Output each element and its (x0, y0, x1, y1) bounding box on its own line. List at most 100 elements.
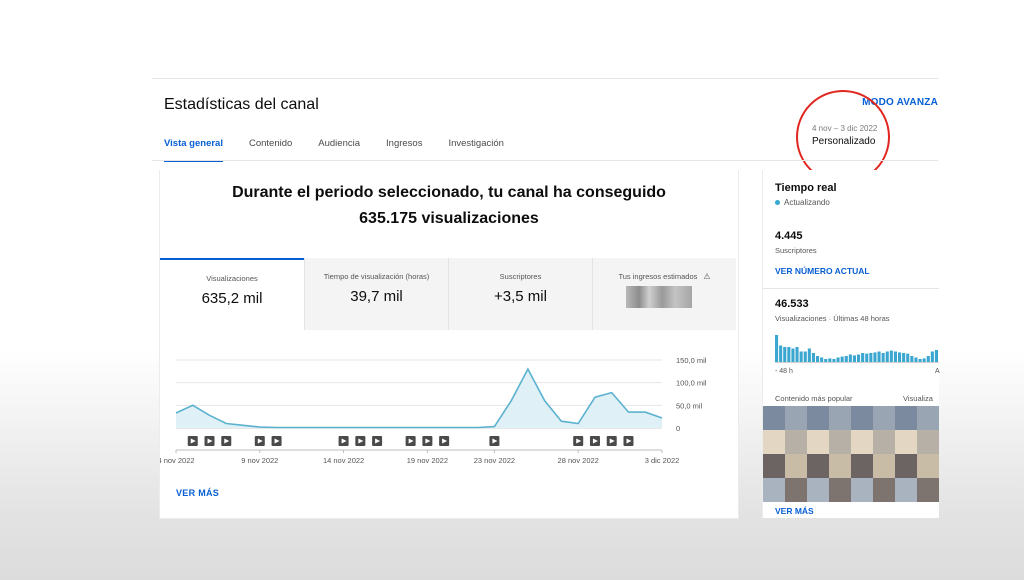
realtime-see-more-button[interactable]: VER MÁS (775, 506, 814, 516)
thumbnail-pixel (917, 454, 939, 478)
realtime-bar (918, 359, 922, 362)
thumbnail-pixel (829, 478, 851, 502)
x-tick-label: 9 nov 2022 (241, 456, 278, 465)
metric-value: 635,2 mil (201, 290, 263, 307)
thumbnail-pixel (873, 454, 895, 478)
thumbnail-pixel (873, 478, 895, 502)
metric-label: Tus ingresos estimados ⚠ (593, 272, 736, 281)
x-tick-label: 14 nov 2022 (323, 456, 364, 465)
views-chart: 0 50,0 mil 100,0 mil 150,0 mil 4 nov 2022 9 n… (157, 350, 738, 480)
tab-ingresos[interactable]: Ingresos (386, 138, 422, 162)
live-dot-icon (775, 200, 780, 206)
realtime-bar (799, 351, 803, 362)
thumbnail-pixel (807, 454, 829, 478)
realtime-bar (836, 357, 840, 362)
metric-value: +3,5 mil (494, 288, 547, 305)
realtime-bar (844, 356, 848, 362)
blurred-thumbnails[interactable] (763, 406, 939, 502)
realtime-bar (926, 356, 930, 362)
warning-icon: ⚠ (703, 272, 711, 281)
realtime-bar (898, 352, 902, 362)
see-more-button[interactable]: VER MÁS (176, 488, 219, 498)
realtime-bar (848, 354, 852, 362)
y-tick-label: 100,0 mil (676, 379, 707, 388)
thumbnail-pixel (785, 454, 807, 478)
views-chart-svg: 0 50,0 mil 100,0 mil 150,0 mil 4 nov 2022 9 n… (157, 356, 707, 465)
thumbnail-pixel (895, 430, 917, 454)
top-divider (152, 78, 938, 79)
metric-views[interactable]: Visualizaciones 635,2 mil (160, 258, 304, 330)
realtime-bar (820, 357, 824, 362)
thumbnail-pixel (895, 478, 917, 502)
tab-contenido[interactable]: Contenido (249, 138, 292, 162)
realtime-bar (889, 350, 893, 362)
realtime-bar (832, 359, 836, 362)
realtime-bar (861, 353, 865, 362)
realtime-bar (934, 350, 938, 362)
realtime-status: Actualizando (775, 198, 830, 207)
realtime-bar (914, 357, 918, 362)
realtime-bar (787, 347, 791, 362)
thumbnail-pixel (829, 406, 851, 430)
tab-investigacion[interactable]: Investigación (448, 138, 503, 162)
realtime-bar-chart (775, 335, 939, 363)
thumbnail-pixel (785, 478, 807, 502)
realtime-bar (807, 348, 811, 362)
thumbnail-pixel (763, 454, 785, 478)
thumbnail-pixel (829, 430, 851, 454)
thumbnail-pixel (873, 430, 895, 454)
blurred-revenue-value (626, 286, 692, 308)
thumbnail-pixel (763, 478, 785, 502)
see-current-number-button[interactable]: VER NÚMERO ACTUAL (775, 266, 870, 276)
realtime-views-count: 46.533 (775, 298, 809, 310)
metric-label: Suscriptores (499, 272, 542, 281)
thumbnail-pixel (851, 430, 873, 454)
realtime-bar (775, 335, 779, 362)
realtime-bar (873, 352, 877, 362)
y-tick-label: 150,0 mil (676, 356, 707, 365)
channel-analytics-page: Estadísticas del canal MODO AVANZA 4 nov… (152, 78, 940, 519)
realtime-bar (824, 359, 828, 362)
realtime-views-label: Visualizaciones · Últimas 48 horas (775, 314, 890, 323)
date-range[interactable]: 4 nov – 3 dic 2022 (812, 124, 877, 133)
realtime-bar (783, 347, 787, 362)
summary-headline: Durante el periodo seleccionado, tu cana… (160, 180, 738, 232)
tab-audiencia[interactable]: Audiencia (318, 138, 360, 162)
date-preset[interactable]: Personalizado (812, 136, 875, 147)
realtime-bar (779, 345, 783, 362)
realtime-bar (852, 355, 856, 362)
metric-watch-time[interactable]: Tiempo de visualización (horas) 39,7 mil (304, 258, 448, 330)
y-tick-label: 50,0 mil (676, 401, 703, 410)
thumbnail-pixel (895, 454, 917, 478)
realtime-bar (910, 356, 914, 362)
realtime-bar (877, 351, 881, 362)
realtime-axis-left: - 48 h (775, 368, 793, 375)
metric-subscribers[interactable]: Suscriptores +3,5 mil (448, 258, 592, 330)
metric-label: Tiempo de visualización (horas) (323, 272, 430, 281)
realtime-bar (930, 351, 934, 362)
realtime-bar (893, 351, 897, 362)
realtime-bar (791, 348, 795, 362)
x-tick-label: 4 nov 2022 (160, 456, 195, 465)
thumbnail-pixel (807, 406, 829, 430)
realtime-title: Tiempo real (775, 182, 837, 194)
tab-vista-general[interactable]: Vista general (164, 138, 223, 162)
thumbnail-pixel (917, 430, 939, 454)
thumbnail-pixel (807, 478, 829, 502)
metric-revenue[interactable]: Tus ingresos estimados ⚠ (592, 258, 736, 330)
x-tick-label: 19 nov 2022 (407, 456, 448, 465)
realtime-bar (865, 353, 869, 362)
subscriber-count: 4.445 (775, 230, 803, 242)
views-area (176, 369, 662, 428)
realtime-bar (881, 353, 885, 362)
subscriber-label: Suscriptores (775, 246, 817, 255)
thumbnail-pixel (851, 454, 873, 478)
realtime-bar (828, 358, 832, 362)
thumbnail-pixel (851, 406, 873, 430)
tab-bar: Vista general Contenido Audiencia Ingres… (164, 138, 530, 162)
metric-label-text: Tus ingresos estimados (618, 272, 698, 281)
metric-label: Visualizaciones (206, 274, 258, 283)
tabs-divider (152, 160, 938, 161)
summary-line-2: 635.175 visualizaciones (359, 210, 539, 227)
realtime-divider (763, 288, 939, 289)
